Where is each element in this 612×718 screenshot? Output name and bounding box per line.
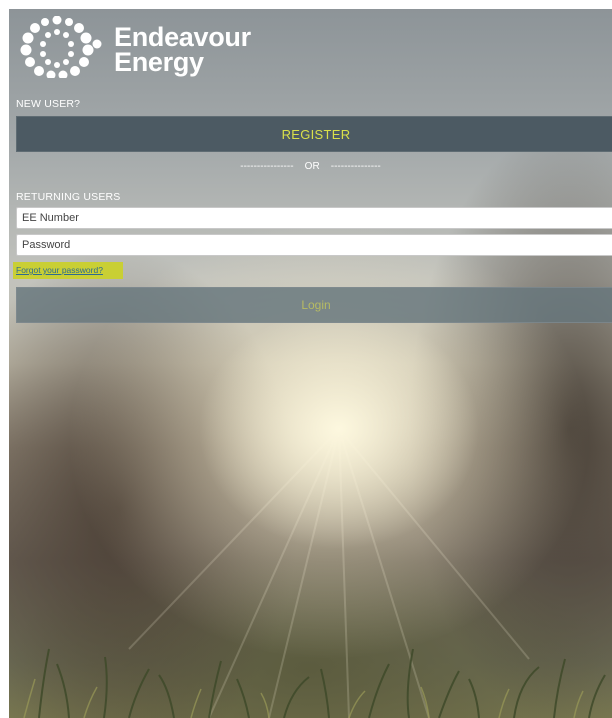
- login-button[interactable]: Login: [16, 287, 612, 323]
- login-screen: Endeavour Energy NEW USER? REGISTER ----…: [9, 9, 612, 718]
- register-button[interactable]: REGISTER: [16, 116, 612, 152]
- returning-users-label: RETURNING USERS: [16, 191, 121, 203]
- or-divider: ---------------- OR ---------------: [240, 161, 381, 172]
- brand-logo: Endeavour Energy: [17, 16, 257, 86]
- brand-name-line2: Energy: [114, 47, 204, 77]
- password-input[interactable]: Password: [16, 234, 612, 256]
- grass-foreground: [23, 648, 606, 718]
- forgot-password-link[interactable]: Forgot your password?: [16, 265, 103, 275]
- ee-number-input[interactable]: EE Number: [16, 207, 612, 229]
- endeavour-energy-dots-logo-icon: [20, 16, 102, 78]
- new-user-label: NEW USER?: [16, 98, 81, 110]
